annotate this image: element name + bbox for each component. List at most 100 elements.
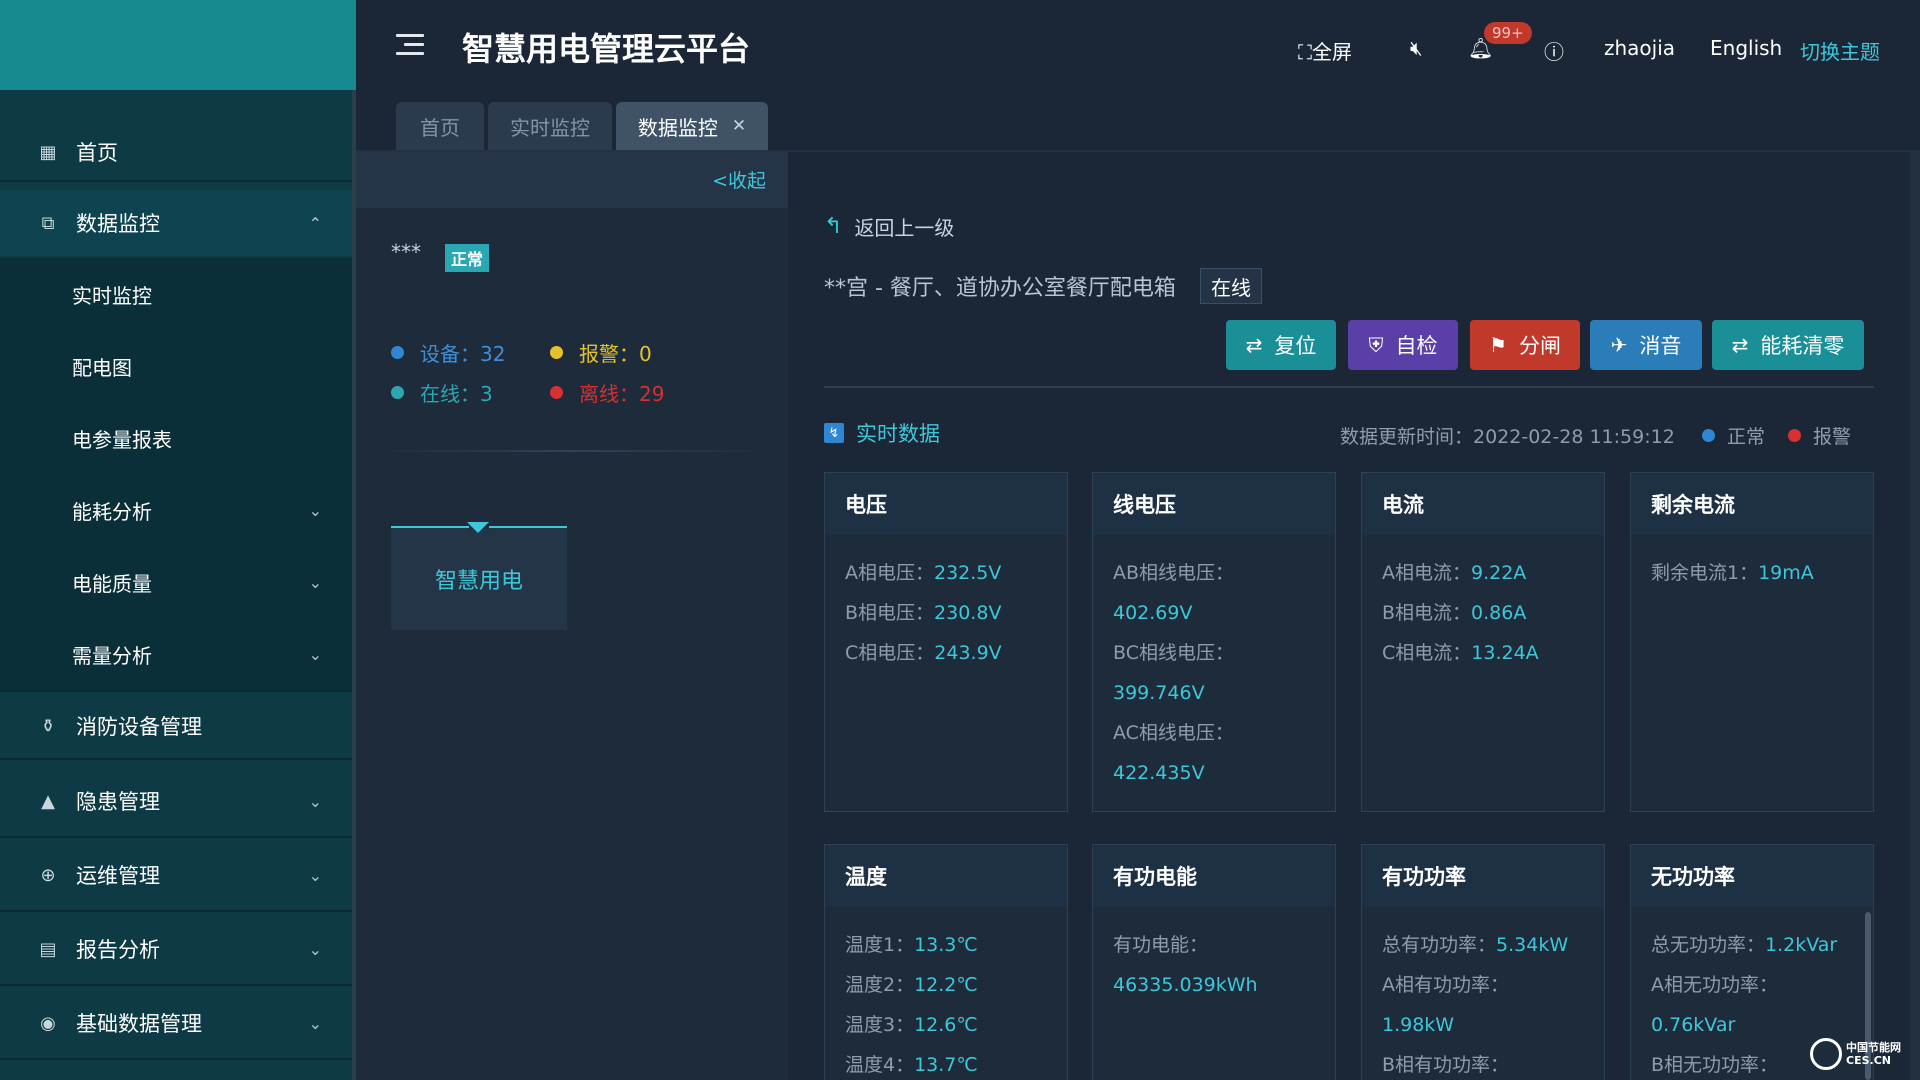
building-icon: ▦ <box>39 141 57 163</box>
refresh-icon: ⇄ <box>1245 333 1263 357</box>
reset-button[interactable]: ⇄ 复位 <box>1226 320 1336 370</box>
sidebar-item-hazard[interactable]: ▲ 隐患管理 ⌄ <box>0 766 352 836</box>
main-scrollbar[interactable] <box>1910 152 1920 1080</box>
stat-label: 离线：29 <box>579 382 665 406</box>
dot-icon <box>391 346 404 359</box>
line-value: 13.7℃ <box>914 1054 978 1076</box>
line-value: 12.2℃ <box>914 974 978 996</box>
card-line: 总有功功率：5.34kW <box>1382 925 1584 965</box>
sidebar-item-label: 首页 <box>76 141 118 165</box>
notification-badge: 99+ <box>1484 22 1532 44</box>
legend-label: 正常 <box>1727 426 1766 448</box>
menu-toggle-icon[interactable] <box>396 34 424 58</box>
clear-energy-button[interactable]: ⇄ 能耗清零 <box>1712 320 1864 370</box>
sidebar-item-basedata[interactable]: ◉ 基础数据管理 ⌄ <box>0 988 352 1058</box>
card-title: 线电压 <box>1093 473 1335 535</box>
card-title: 有功电能 <box>1093 845 1335 907</box>
expand-icon: ⛶ <box>1298 40 1312 64</box>
tab-home[interactable]: 首页 <box>396 102 484 150</box>
line-label: 温度4： <box>845 1054 915 1076</box>
fullscreen-button[interactable]: ⛶全屏 <box>1298 36 1352 65</box>
trip-button[interactable]: ⚑ 分闸 <box>1470 320 1580 370</box>
divider <box>0 984 352 986</box>
card-body: A相电流：9.22A B相电流：0.86A C相电流：13.24A <box>1362 535 1604 673</box>
card-line: 温度3：12.6℃ <box>845 1005 1047 1045</box>
device-panel: <收起 *** 正常 设备：32 报警：0 在线：3 离线：29 智慧用电 <box>356 152 788 1080</box>
back-button[interactable]: ↰ 返回上一级 <box>824 212 954 241</box>
sidebar-item-label: 消防设备管理 <box>76 715 202 739</box>
line-value: 12.6℃ <box>914 1014 978 1036</box>
line-label: B相无功功率： <box>1651 1054 1779 1076</box>
fire-extinguisher-icon: ⚱ <box>40 715 56 737</box>
stat-offline: 离线：29 <box>550 378 664 407</box>
card-line: 总无功功率：1.2kVar <box>1651 925 1853 965</box>
dot-icon <box>1788 429 1801 442</box>
header: 智慧用电管理云平台 ⛶全屏 🔇︎ 🔔︎ 99+ ⓘ zhaojia Englis… <box>356 0 1920 95</box>
sidebar-item-ops[interactable]: ⊕ 运维管理 ⌄ <box>0 840 352 910</box>
sidebar-item-home[interactable]: ▦ 首页 <box>0 120 352 184</box>
line-label: 温度2： <box>845 974 915 996</box>
mute-icon[interactable]: 🔇︎ <box>1410 36 1423 60</box>
line-label: B相电流： <box>1382 602 1472 624</box>
language-switch[interactable]: English <box>1710 36 1782 60</box>
realtime-title: ↯ 实时数据 <box>824 418 940 448</box>
line-label: A相电流： <box>1382 562 1471 584</box>
line-label: 总无功功率： <box>1651 934 1766 956</box>
tab-realtime[interactable]: 实时监控 <box>488 102 612 150</box>
sidebar-item-report-analysis[interactable]: ▤ 报告分析 ⌄ <box>0 914 352 984</box>
line-label: C相电压： <box>845 642 935 664</box>
tree-node[interactable]: 智慧用电 <box>391 522 567 630</box>
stat-label: 在线：3 <box>420 382 493 406</box>
button-label: 分闸 <box>1518 334 1561 358</box>
sidebar-item-data-monitor[interactable]: ⧉ 数据监控 ⌃ <box>0 190 352 256</box>
line-value: 402.69V <box>1113 602 1193 624</box>
card-line: B相电压：230.8V <box>845 593 1047 633</box>
stat-online: 在线：3 <box>391 378 493 407</box>
theme-switch[interactable]: 切换主题 <box>1800 36 1880 65</box>
submenu-item-label: 实时监控 <box>72 283 152 308</box>
close-icon[interactable]: ✕ <box>732 116 746 136</box>
sidebar-item-label: 数据监控 <box>76 212 160 236</box>
submenu-item-demand[interactable]: 需量分析 ⌄ <box>0 618 352 690</box>
submenu-item-report[interactable]: 电参量报表 <box>0 402 352 474</box>
sidebar-item-fire[interactable]: ⚱ 消防设备管理 <box>0 694 352 758</box>
card-title: 剩余电流 <box>1631 473 1873 535</box>
tab-data-monitor[interactable]: 数据监控 ✕ <box>616 102 768 150</box>
card-line: 46335.039kWh <box>1113 965 1315 1005</box>
card-body: A相电压：232.5V B相电压：230.8V C相电压：243.9V <box>825 535 1067 673</box>
submenu-item-realtime[interactable]: 实时监控 <box>0 258 352 330</box>
chevron-down-icon: ⌄ <box>308 1013 322 1033</box>
card-line: 有功电能： <box>1113 925 1315 965</box>
submenu-item-wiring[interactable]: 配电图 <box>0 330 352 402</box>
user-name[interactable]: zhaojia <box>1604 36 1675 60</box>
line-label: BC相线电压： <box>1113 642 1234 664</box>
card-title: 电流 <box>1362 473 1604 535</box>
stat-alarms: 报警：0 <box>550 338 652 367</box>
submenu-item-energy[interactable]: 能耗分析 ⌄ <box>0 474 352 546</box>
mute-button[interactable]: ✈ 消音 <box>1590 320 1702 370</box>
line-label: B相有功功率： <box>1382 1054 1510 1076</box>
stat-label: 报警：0 <box>579 342 652 366</box>
card-line: 1.98kW <box>1382 1005 1584 1045</box>
globe-icon: ⊕ <box>40 864 56 886</box>
line-label: C相电流： <box>1382 642 1472 664</box>
card-line: AC相线电压： <box>1113 713 1315 753</box>
card-line: A相电压：232.5V <box>845 553 1047 593</box>
collapse-button[interactable]: <收起 <box>712 166 766 193</box>
legend-normal: 正常 <box>1702 422 1765 449</box>
data-card: 电流 A相电流：9.22A B相电流：0.86A C相电流：13.24A <box>1361 472 1605 812</box>
card-line: A相电流：9.22A <box>1382 553 1584 593</box>
button-label: 自检 <box>1395 334 1438 358</box>
help-icon[interactable]: ⓘ <box>1544 36 1564 65</box>
line-value: 230.8V <box>934 602 1002 624</box>
selfcheck-button[interactable]: ⛨ 自检 <box>1348 320 1458 370</box>
chevron-up-icon: ⌃ <box>308 213 322 233</box>
stat-label: 设备：32 <box>420 342 506 366</box>
card-line: BC相线电压： <box>1113 633 1315 673</box>
database-icon: ◉ <box>40 1012 56 1034</box>
tab-label: 实时监控 <box>510 115 590 140</box>
submenu-item-quality[interactable]: 电能质量 ⌄ <box>0 546 352 618</box>
report-icon: ▤ <box>39 938 57 960</box>
divider <box>0 1058 352 1060</box>
line-label: A相有功功率： <box>1382 974 1509 996</box>
